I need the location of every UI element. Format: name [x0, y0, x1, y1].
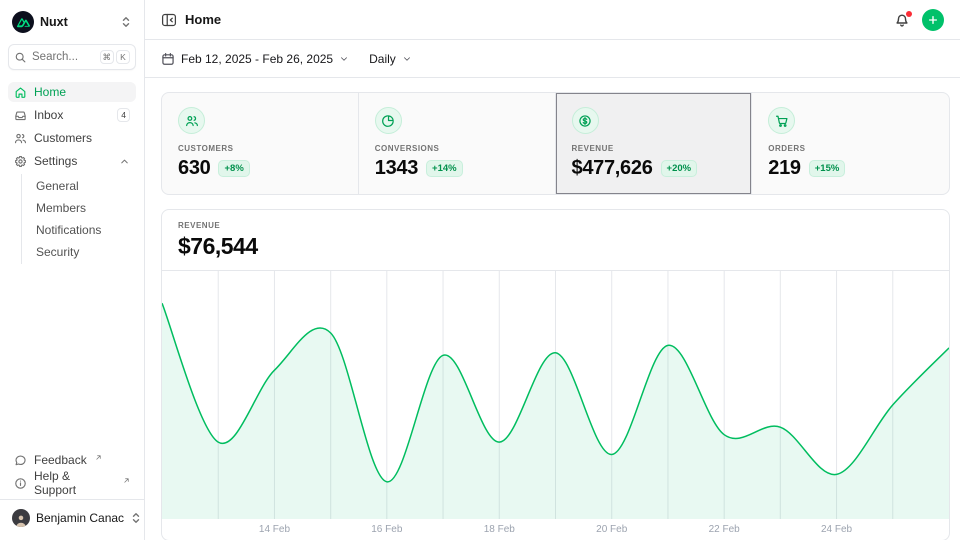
sidebar-item-label: Settings [34, 154, 77, 168]
granularity-select[interactable]: Daily [369, 52, 412, 66]
avatar [12, 509, 30, 527]
add-button[interactable] [922, 9, 944, 31]
x-axis-tick: 20 Feb [596, 524, 627, 535]
sidebar: Nuxt Search... ⌘ K Home Inbox 4 [0, 0, 145, 540]
kbd-k: K [116, 50, 130, 64]
pie-chart-icon [375, 107, 402, 134]
filters-toolbar: Feb 12, 2025 - Feb 26, 2025 Daily [145, 40, 960, 78]
date-range-picker[interactable]: Feb 12, 2025 - Feb 26, 2025 [161, 52, 349, 66]
calendar-icon [161, 52, 175, 66]
sidebar-item-customers[interactable]: Customers [8, 128, 136, 148]
home-icon [14, 86, 27, 99]
stat-card-conversions[interactable]: CONVERSIONS 1343 +14% [359, 93, 556, 194]
sidebar-nav: Home Inbox 4 Customers Settings Genera [8, 82, 136, 264]
user-menu[interactable]: Benjamin Canac [8, 506, 136, 530]
external-link-icon [95, 454, 102, 461]
stat-value: $477,626 [572, 157, 653, 180]
granularity-value: Daily [369, 52, 396, 66]
sidebar-footer: Feedback Help & Support [8, 450, 136, 499]
sidebar-item-settings[interactable]: Settings [8, 151, 136, 171]
x-axis-tick: 18 Feb [484, 524, 515, 535]
stat-card-revenue[interactable]: REVENUE $477,626 +20% [556, 93, 753, 194]
chevron-down-icon [402, 54, 412, 64]
stat-value: 219 [768, 157, 800, 180]
feedback-link[interactable]: Feedback [8, 450, 136, 470]
user-section: Benjamin Canac [0, 499, 144, 532]
stat-value: 1343 [375, 157, 418, 180]
chart-label: REVENUE [178, 221, 933, 230]
header-actions [894, 9, 944, 31]
workspace-switcher[interactable]: Nuxt [8, 8, 136, 36]
users-icon [178, 107, 205, 134]
search-shortcut: ⌘ K [100, 50, 131, 64]
stat-card-customers[interactable]: CUSTOMERS 630 +8% [162, 93, 359, 194]
footer-link-label: Help & Support [34, 469, 115, 497]
sidebar-item-inbox[interactable]: Inbox 4 [8, 105, 136, 125]
stat-delta-badge: +14% [426, 160, 463, 177]
sidebar-item-label: Customers [34, 131, 92, 145]
revenue-area-chart[interactable] [162, 271, 949, 519]
message-circle-icon [14, 454, 27, 467]
chevrons-up-down-icon [130, 511, 142, 525]
notifications-button[interactable] [894, 12, 910, 28]
kbd-cmd: ⌘ [100, 50, 115, 64]
info-circle-icon [14, 477, 27, 490]
sidebar-item-home[interactable]: Home [8, 82, 136, 102]
sidebar-item-label: Home [34, 85, 66, 99]
sidebar-item-security[interactable]: Security [22, 242, 136, 262]
stat-label: ORDERS [768, 144, 933, 153]
chevrons-up-down-icon [120, 15, 132, 29]
notification-dot [906, 11, 912, 17]
stat-delta-badge: +8% [218, 160, 249, 177]
workspace-name: Nuxt [40, 15, 68, 29]
stat-label: REVENUE [572, 144, 736, 153]
dashboard-content: CUSTOMERS 630 +8% CONVERSIONS 1343 +14% [145, 78, 960, 540]
sidebar-item-general[interactable]: General [22, 176, 136, 196]
sidebar-item-label: Inbox [34, 108, 63, 122]
nuxt-logo-icon [12, 11, 34, 33]
stat-delta-badge: +20% [661, 160, 698, 177]
search-placeholder: Search... [32, 51, 78, 63]
page-title: Home [185, 12, 221, 27]
search-input[interactable]: Search... ⌘ K [8, 44, 136, 70]
sidebar-spacer [8, 264, 136, 450]
stat-card-orders[interactable]: ORDERS 219 +15% [752, 93, 949, 194]
x-axis-tick: 24 Feb [821, 524, 852, 535]
stats-row: CUSTOMERS 630 +8% CONVERSIONS 1343 +14% [161, 92, 950, 195]
inbox-count-badge: 4 [117, 108, 130, 122]
chevron-up-icon [119, 156, 130, 167]
main-area: Home Feb 12, 2025 - Feb 26, 2025 Daily [145, 0, 960, 540]
date-range-value: Feb 12, 2025 - Feb 26, 2025 [181, 52, 333, 66]
footer-link-label: Feedback [34, 453, 87, 467]
stat-label: CUSTOMERS [178, 144, 342, 153]
help-support-link[interactable]: Help & Support [8, 473, 136, 493]
user-name: Benjamin Canac [36, 511, 124, 525]
chevron-down-icon [339, 54, 349, 64]
shopping-cart-icon [768, 107, 795, 134]
chart-value: $76,544 [178, 233, 933, 260]
search-icon [14, 51, 27, 64]
stat-label: CONVERSIONS [375, 144, 539, 153]
inbox-icon [14, 109, 27, 122]
users-icon [14, 132, 27, 145]
x-axis-tick: 22 Feb [709, 524, 740, 535]
stat-value: 630 [178, 157, 210, 180]
revenue-chart-card: REVENUE $76,544 14 Feb 16 Feb 18 Feb 20 Feb… [161, 209, 950, 540]
x-axis-tick: 16 Feb [371, 524, 402, 535]
collapse-sidebar-icon[interactable] [161, 12, 177, 28]
x-axis-tick: 14 Feb [259, 524, 290, 535]
stat-delta-badge: +15% [809, 160, 846, 177]
sidebar-item-members[interactable]: Members [22, 198, 136, 218]
sidebar-item-notifications[interactable]: Notifications [22, 220, 136, 240]
page-header: Home [145, 0, 960, 40]
settings-submenu: General Members Notifications Security [21, 174, 136, 264]
dollar-circle-icon [572, 107, 599, 134]
external-link-icon [123, 477, 130, 484]
gear-icon [14, 155, 27, 168]
chart-header: REVENUE $76,544 [162, 210, 949, 271]
x-axis: 14 Feb 16 Feb 18 Feb 20 Feb 22 Feb 24 Feb [162, 519, 949, 540]
